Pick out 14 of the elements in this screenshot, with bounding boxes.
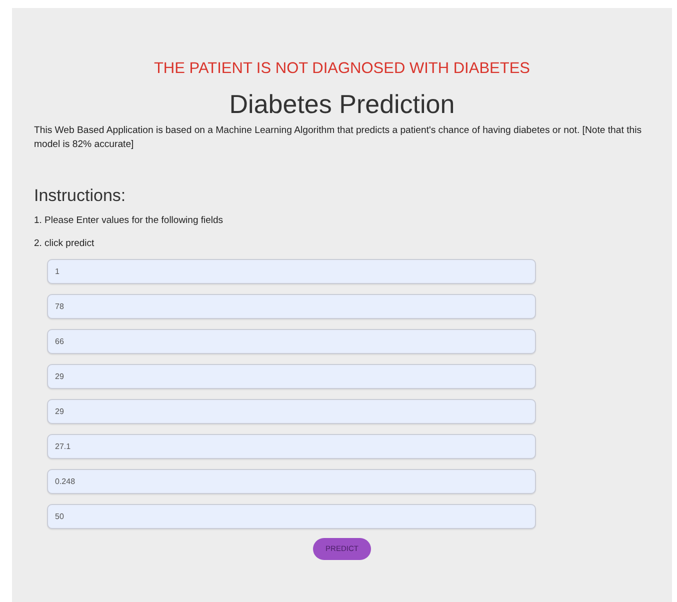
result-message: THE PATIENT IS NOT DIAGNOSED WITH DIABETES [152, 59, 532, 78]
instructions-heading: Instructions: [34, 186, 127, 206]
input-field[interactable]: 50 [47, 504, 536, 529]
input-field[interactable]: 1 [47, 259, 536, 284]
description-text: This Web Based Application is based on a Machine Learning Algorithm that predicts a patient's chance of having diabetes or not. [Note that this model is 82% accurate] [34, 124, 642, 152]
input-field[interactable]: 29 [47, 364, 536, 389]
input-field[interactable]: 29 [47, 399, 536, 424]
instruction-step: 2. click predict [34, 238, 650, 250]
input-field[interactable]: 0.248 [47, 469, 536, 494]
page-title: Diabetes Prediction [228, 88, 456, 120]
input-field[interactable]: 27.1 [47, 434, 536, 459]
instruction-step: 1. Please Enter values for the following fields [34, 215, 650, 227]
input-field[interactable]: 78 [47, 294, 536, 319]
input-field[interactable]: 66 [47, 329, 536, 354]
